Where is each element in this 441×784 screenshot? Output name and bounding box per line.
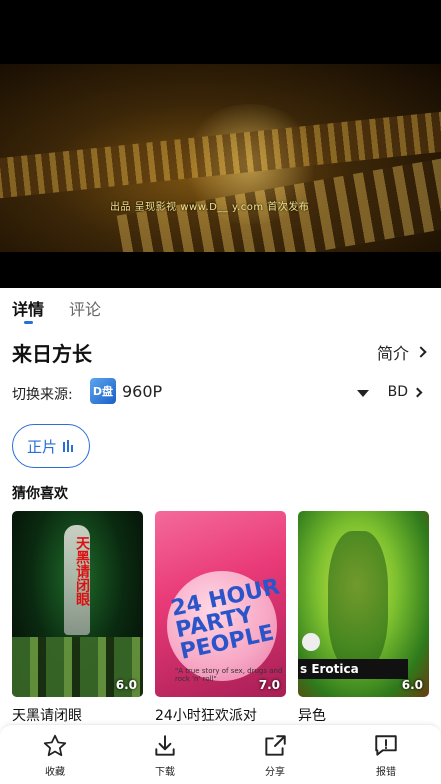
video-player[interactable]: 出品 呈现影视 www.D__ y.com 首次发布 bbox=[0, 64, 441, 252]
dropdown-arrow-icon[interactable] bbox=[357, 390, 369, 397]
quality-selector[interactable]: BD bbox=[387, 384, 423, 400]
chevron-right-icon bbox=[415, 346, 427, 358]
share-icon bbox=[265, 735, 286, 756]
movie-title: 来日方长 bbox=[12, 342, 92, 366]
tab-indicator bbox=[24, 321, 33, 324]
source-logo: D盘 bbox=[90, 378, 116, 404]
poster-title-text: 天黑请闭眼 bbox=[74, 536, 90, 606]
player-letterbox bbox=[0, 252, 441, 288]
video-subtitle: 出品 呈现影视 www.D__ y.com 首次发布 bbox=[110, 202, 310, 213]
skull-icon bbox=[302, 633, 320, 651]
report-button[interactable]: 报错 bbox=[351, 733, 421, 778]
download-icon bbox=[155, 735, 175, 756]
recommend-card[interactable]: 天黑请闭眼 6.0 天黑请闭眼 bbox=[12, 511, 143, 725]
favorite-button[interactable]: 收藏 bbox=[20, 733, 90, 778]
status-bar bbox=[0, 0, 441, 64]
source-select-value[interactable]: 960P bbox=[122, 382, 162, 401]
episode-label: 正片 bbox=[26, 437, 57, 456]
detail-tabs: 详情 评论 bbox=[0, 288, 441, 328]
share-label: 分享 bbox=[265, 767, 285, 778]
download-button[interactable]: 下载 bbox=[130, 733, 200, 778]
share-button[interactable]: 分享 bbox=[240, 733, 310, 778]
intro-link[interactable]: 简介 bbox=[376, 340, 427, 364]
recommend-card-title: 24小时狂欢派对 bbox=[155, 708, 257, 724]
movie-poster[interactable]: s Erotica 6.0 bbox=[298, 511, 429, 697]
movie-poster[interactable]: 24 HOUR PARTY PEOPLE "A true story of se… bbox=[155, 511, 286, 697]
bottom-action-bar: 收藏 下载 分享 报错 bbox=[0, 724, 441, 784]
recommend-card[interactable]: 24 HOUR PARTY PEOPLE "A true story of se… bbox=[155, 511, 286, 725]
movie-poster[interactable]: 天黑请闭眼 6.0 bbox=[12, 511, 143, 697]
report-icon bbox=[375, 735, 397, 756]
rating-badge: 6.0 bbox=[115, 678, 137, 692]
recommend-card[interactable]: s Erotica 6.0 异色 bbox=[298, 511, 429, 725]
download-label: 下载 bbox=[155, 767, 175, 778]
recommend-section-title: 猜你喜欢 bbox=[12, 486, 68, 502]
playing-bars-icon bbox=[63, 440, 75, 452]
chevron-right-icon bbox=[412, 387, 423, 397]
report-label: 报错 bbox=[376, 767, 396, 778]
star-icon bbox=[43, 734, 67, 757]
episode-button-main[interactable]: 正片 bbox=[12, 424, 90, 468]
quality-label: BD bbox=[387, 384, 408, 400]
tab-comments[interactable]: 评论 bbox=[69, 296, 101, 320]
tab-details[interactable]: 详情 bbox=[12, 296, 44, 320]
rating-badge: 6.0 bbox=[401, 678, 423, 692]
poster-figure bbox=[328, 531, 388, 671]
recommend-card-title: 天黑请闭眼 bbox=[12, 708, 82, 724]
recommend-card-title: 异色 bbox=[298, 708, 326, 724]
rating-badge: 7.0 bbox=[258, 678, 280, 692]
intro-label: 简介 bbox=[376, 344, 409, 363]
poster-title-text: s Erotica bbox=[298, 659, 408, 679]
source-label: 切换来源: bbox=[12, 387, 73, 403]
favorite-label: 收藏 bbox=[45, 767, 65, 778]
